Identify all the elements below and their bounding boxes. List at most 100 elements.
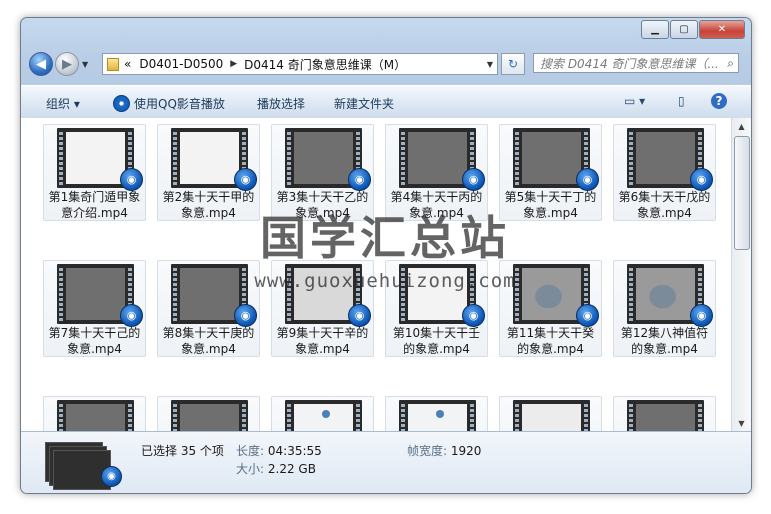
new-folder-button[interactable]: 新建文件夹 — [334, 95, 394, 112]
address-dropdown-icon[interactable]: ▼ — [487, 60, 493, 69]
media-badge-icon: ◉ — [690, 168, 713, 191]
search-placeholder: 搜索 D0414 奇门象意思维课（... — [540, 56, 719, 71]
file-name-line2: 象意.mp4 — [67, 342, 122, 356]
scroll-thumb[interactable] — [734, 136, 750, 250]
forward-arrow-icon[interactable]: ▶ — [55, 52, 79, 76]
size-value: 2.22 GB — [267, 462, 316, 476]
breadcrumb-d0401-d0500[interactable]: D0401-D0500 — [139, 57, 223, 71]
file-name-line2: 意介绍.mp4 — [61, 206, 128, 220]
file-item[interactable]: ◉ — [157, 396, 260, 431]
media-badge-icon: ◉ — [462, 304, 485, 327]
preview-pane-icon[interactable]: ▯ — [678, 94, 685, 108]
file-name-line2: 象意.mp4 — [181, 342, 236, 356]
file-item[interactable]: ◉ 第5集十天干丁的 象意.mp4 — [499, 124, 602, 221]
qq-player-icon — [113, 95, 130, 112]
breadcrumb-separator-icon[interactable]: ▶ — [230, 59, 237, 69]
file-name: 第7集十天干己的 象意.mp4 — [44, 325, 145, 357]
vertical-scrollbar[interactable]: ▲ ▼ — [731, 118, 751, 431]
file-name-line2: 象意.mp4 — [181, 206, 236, 220]
file-name-line1: 第10集十天干壬 — [392, 326, 481, 340]
video-thumbnail — [285, 400, 362, 431]
file-name-line2: 象意.mp4 — [637, 206, 692, 220]
selection-stack-thumbnail: ◉ — [45, 438, 122, 490]
file-name-line2: 象意.mp4 — [295, 342, 350, 356]
maximize-button[interactable]: ▢ — [670, 20, 698, 39]
details-pane: ◉ 已选择 35 个项 长度: 04:35:55 帧宽度: 1920 大小: 2… — [21, 431, 751, 493]
file-name: 第10集十天干壬 的象意.mp4 — [386, 325, 487, 357]
minimize-button[interactable]: ▁ — [641, 20, 669, 39]
file-item[interactable]: ◉ — [385, 396, 488, 431]
file-view: ◉ 第1集奇门遁甲象 意介绍.mp4 ◉ 第2集十天干甲的 象意.mp4 ◉ 第3集十天干乙的… — [21, 118, 731, 431]
file-name: 第1集奇门遁甲象 意介绍.mp4 — [44, 189, 145, 221]
explorer-window: ▁ ▢ ✕ ◀ ▶ ▼ « D0401-D0500 ▶ D0414 奇门象意思维… — [20, 17, 752, 494]
frame-width-value: 1920 — [450, 444, 482, 458]
view-options-icon[interactable]: ▭ ▾ — [624, 94, 645, 108]
file-name: 第9集十天干辛的 象意.mp4 — [272, 325, 373, 357]
command-bar: 组织 ▾ 使用QQ影音播放 播放选择 新建文件夹 ▭ ▾ ▯ ? — [21, 85, 751, 119]
play-selection-button[interactable]: 播放选择 — [257, 95, 305, 112]
scroll-down-icon[interactable]: ▼ — [732, 415, 751, 431]
media-badge-icon: ◉ — [576, 304, 599, 327]
selected-count: 已选择 35 个项 — [141, 444, 224, 458]
media-badge-icon: ◉ — [348, 168, 371, 191]
search-icon[interactable]: ⌕ — [727, 56, 734, 71]
video-thumbnail — [627, 400, 704, 431]
address-bar[interactable]: « D0401-D0500 ▶ D0414 奇门象意思维课（M） ▼ — [102, 53, 498, 75]
back-arrow-icon[interactable]: ◀ — [29, 52, 53, 76]
length-label: 长度: — [236, 444, 265, 458]
file-name-line1: 第1集奇门遁甲象 — [48, 190, 141, 204]
media-badge-icon: ◉ — [234, 168, 257, 191]
file-item[interactable]: ◉ — [43, 396, 146, 431]
media-badge-icon: ◉ — [120, 304, 143, 327]
file-name-line2: 的象意.mp4 — [403, 342, 470, 356]
file-item[interactable]: ◉ 第11集十天干癸 的象意.mp4 — [499, 260, 602, 357]
help-icon[interactable]: ? — [711, 93, 727, 109]
file-name-line2: 象意.mp4 — [523, 206, 578, 220]
media-badge-icon: ◉ — [690, 304, 713, 327]
file-name: 第5集十天干丁的 象意.mp4 — [500, 189, 601, 221]
file-item[interactable]: ◉ 第7集十天干己的 象意.mp4 — [43, 260, 146, 357]
file-item[interactable]: ◉ 第4集十天干丙的 象意.mp4 — [385, 124, 488, 221]
file-item[interactable]: ◉ 第8集十天干庚的 象意.mp4 — [157, 260, 260, 357]
file-name: 第8集十天干庚的 象意.mp4 — [158, 325, 259, 357]
file-name-line1: 第9集十天干辛的 — [276, 326, 369, 340]
file-name: 第12集八神值符 的象意.mp4 — [614, 325, 715, 357]
file-item[interactable]: ◉ — [499, 396, 602, 431]
length-value: 04:35:55 — [267, 444, 322, 458]
file-name: 第2集十天干甲的 象意.mp4 — [158, 189, 259, 221]
scroll-up-icon[interactable]: ▲ — [732, 118, 751, 134]
file-item[interactable]: ◉ 第2集十天干甲的 象意.mp4 — [157, 124, 260, 221]
media-badge-icon: ◉ — [462, 168, 485, 191]
file-name-line1: 第6集十天干戊的 — [618, 190, 711, 204]
file-item[interactable]: ◉ 第12集八神值符 的象意.mp4 — [613, 260, 716, 357]
file-item[interactable]: ◉ — [271, 396, 374, 431]
file-item[interactable]: ◉ 第6集十天干戊的 象意.mp4 — [613, 124, 716, 221]
media-badge-icon: ◉ — [348, 304, 371, 327]
file-name-line2: 的象意.mp4 — [631, 342, 698, 356]
recent-pages-dropdown-icon[interactable]: ▼ — [82, 60, 88, 69]
qq-play-button[interactable]: 使用QQ影音播放 — [113, 95, 225, 112]
refresh-icon[interactable]: ↻ — [501, 53, 525, 75]
address-chevrons[interactable]: « — [124, 57, 131, 71]
video-thumbnail — [171, 400, 248, 431]
file-name: 第11集十天干癸 的象意.mp4 — [500, 325, 601, 357]
search-input[interactable]: 搜索 D0414 奇门象意思维课（... ⌕ — [533, 53, 739, 73]
file-item[interactable]: ◉ 第3集十天干乙的 象意.mp4 — [271, 124, 374, 221]
file-item[interactable]: ◉ — [613, 396, 716, 431]
breadcrumb-d0414[interactable]: D0414 奇门象意思维课（M） — [244, 56, 406, 73]
file-name-line1: 第12集八神值符 — [620, 326, 709, 340]
media-badge-icon: ◉ — [576, 168, 599, 191]
file-name-line1: 第2集十天干甲的 — [162, 190, 255, 204]
file-name-line1: 第11集十天干癸 — [506, 326, 595, 340]
file-name-line2: 象意.mp4 — [295, 206, 350, 220]
window-controls: ▁ ▢ ✕ — [641, 20, 745, 39]
organize-button[interactable]: 组织 ▾ — [46, 95, 80, 112]
close-button[interactable]: ✕ — [699, 20, 745, 39]
size-label: 大小: — [236, 462, 265, 476]
file-item[interactable]: ◉ 第9集十天干辛的 象意.mp4 — [271, 260, 374, 357]
video-thumbnail — [513, 400, 590, 431]
video-thumbnail — [399, 400, 476, 431]
file-item[interactable]: ◉ 第1集奇门遁甲象 意介绍.mp4 — [43, 124, 146, 221]
file-name: 第6集十天干戊的 象意.mp4 — [614, 189, 715, 221]
file-item[interactable]: ◉ 第10集十天干壬 的象意.mp4 — [385, 260, 488, 357]
